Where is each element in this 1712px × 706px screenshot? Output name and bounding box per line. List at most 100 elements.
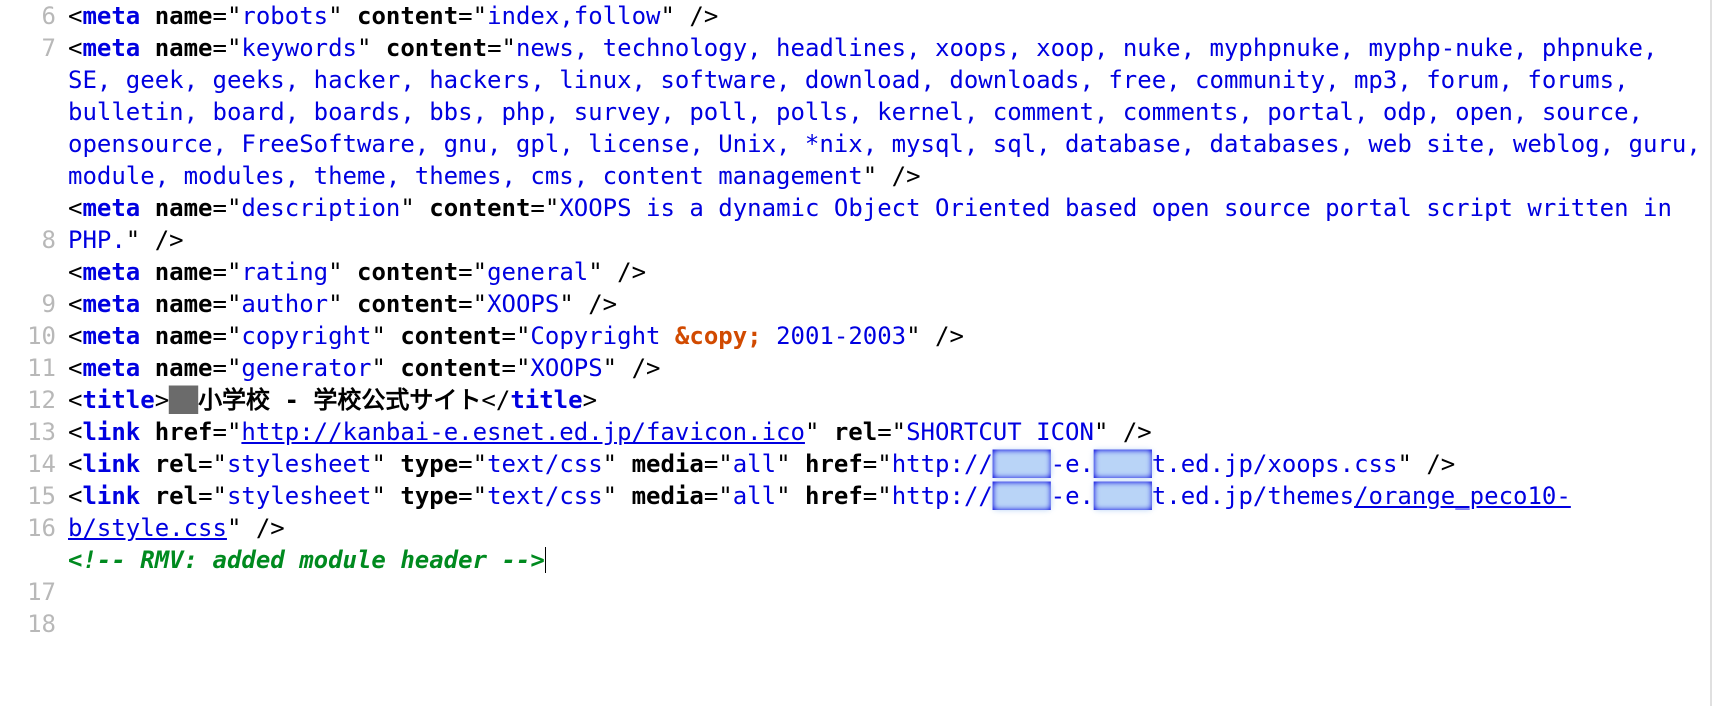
tag-name: meta [82,258,140,286]
attr-value: XOOPS [487,290,559,318]
attr-value: text/css [487,450,603,478]
attr-value: keywords [241,34,357,62]
line-number [8,128,56,160]
attr-name: href [805,450,863,478]
attr-value: author [241,290,328,318]
tag-name: meta [82,322,140,350]
code-line-meta-rating: <meta name="rating" content="general" /> [68,256,1704,288]
attr-name: media [632,450,704,478]
code-line-link-css-1: <link rel="stylesheet" type="text/css" m… [68,448,1704,480]
attr-value: SHORTCUT ICON [906,418,1094,446]
attr-value: stylesheet [227,482,372,510]
url-link: http://████-e.████t.ed.jp/themes [892,482,1354,510]
tag-name: meta [82,354,140,382]
line-number [8,64,56,96]
attr-name: name [155,194,213,222]
attr-name: name [155,2,213,30]
line-number: 7 [8,32,56,64]
line-number: 13 [8,416,56,448]
attr-name: href [155,418,213,446]
attr-name: name [155,354,213,382]
code-line-link-css-2: <link rel="stylesheet" type="text/css" m… [68,480,1704,544]
line-number: 9 [8,288,56,320]
line-number: 11 [8,352,56,384]
line-number [8,192,56,224]
line-number: 10 [8,320,56,352]
line-number: 12 [8,384,56,416]
text-content: 小学校 - 学校公式サイト [198,386,481,414]
code-line-title: <title>██小学校 - 学校公式サイト</title> [68,384,1704,416]
attr-name: name [155,258,213,286]
line-number: 15 [8,480,56,512]
attr-name: rel [155,450,198,478]
text-cursor [545,547,546,573]
attr-value: stylesheet [227,450,372,478]
line-number [8,256,56,288]
code-line-meta-copyright: <meta name="copyright" content="Copyrigh… [68,320,1704,352]
attr-name: href [805,482,863,510]
attr-value: Copyright [530,322,675,350]
attr-value: XOOPS [530,354,602,382]
line-number [8,544,56,576]
url-link: http://████-e.████t.ed.jp/xoops.css [892,450,1398,478]
code-line-meta-keywords: <meta name="keywords" content="news, tec… [68,32,1704,192]
code-line-empty [68,576,1704,608]
tag-name: title [510,386,582,414]
obfuscated-text: ██ [169,386,198,414]
tag-name: link [82,450,140,478]
code-line-comment: <!-- RMV: added module header --> [68,544,1704,576]
html-comment: <!-- RMV: added module header --> [68,546,545,574]
line-number: 17 [8,576,56,608]
code-line-link-favicon: <link href="http://kanbai-e.esnet.ed.jp/… [68,416,1704,448]
line-number [8,96,56,128]
attr-value: all [733,482,776,510]
attr-value: text/css [487,482,603,510]
attr-name: name [155,322,213,350]
code-editor: 67 8 910111213141516 1718 <meta name="robot… [0,0,1712,640]
attr-value: generator [241,354,371,382]
code-line-meta-description: <meta name="description" content="XOOPS … [68,192,1704,256]
code-line-meta-robots: <meta name="robots" content="index,follo… [68,0,1704,32]
attr-name: media [632,482,704,510]
attr-name: name [155,34,213,62]
attr-value: index,follow [487,2,660,30]
line-number: 18 [8,608,56,640]
tag-name: link [82,482,140,510]
attr-name: name [155,290,213,318]
tag-name: meta [82,34,140,62]
attr-name: type [400,450,458,478]
attr-value: rating [241,258,328,286]
attr-name: rel [155,482,198,510]
tag-name: meta [82,194,140,222]
tag-name: link [82,418,140,446]
url-link: http://kanbai-e.esnet.ed.jp/favicon.ico [241,418,805,446]
attr-name: content [357,258,458,286]
line-number: 16 [8,512,56,544]
attr-name: content [357,2,458,30]
attr-value: robots [241,2,328,30]
attr-value: 2001-2003 [762,322,907,350]
line-number: 14 [8,448,56,480]
attr-name: content [386,34,487,62]
attr-name: content [429,194,530,222]
html-entity: &copy; [675,322,762,350]
tag-name: meta [82,290,140,318]
attr-name: content [357,290,458,318]
attr-name: content [400,354,501,382]
line-number-gutter: 67 8 910111213141516 1718 [8,0,68,640]
attr-name: rel [834,418,877,446]
attr-value: description [241,194,400,222]
line-number: 8 [8,224,56,256]
line-number: 6 [8,0,56,32]
code-line-meta-author: <meta name="author" content="XOOPS" /> [68,288,1704,320]
attr-name: type [400,482,458,510]
line-number [8,160,56,192]
code-line-meta-generator: <meta name="generator" content="XOOPS" /… [68,352,1704,384]
tag-name: meta [82,2,140,30]
attr-name: content [400,322,501,350]
code-area[interactable]: <meta name="robots" content="index,follo… [68,0,1704,640]
attr-value: general [487,258,588,286]
attr-value: copyright [241,322,371,350]
attr-value: all [733,450,776,478]
tag-name: title [82,386,154,414]
